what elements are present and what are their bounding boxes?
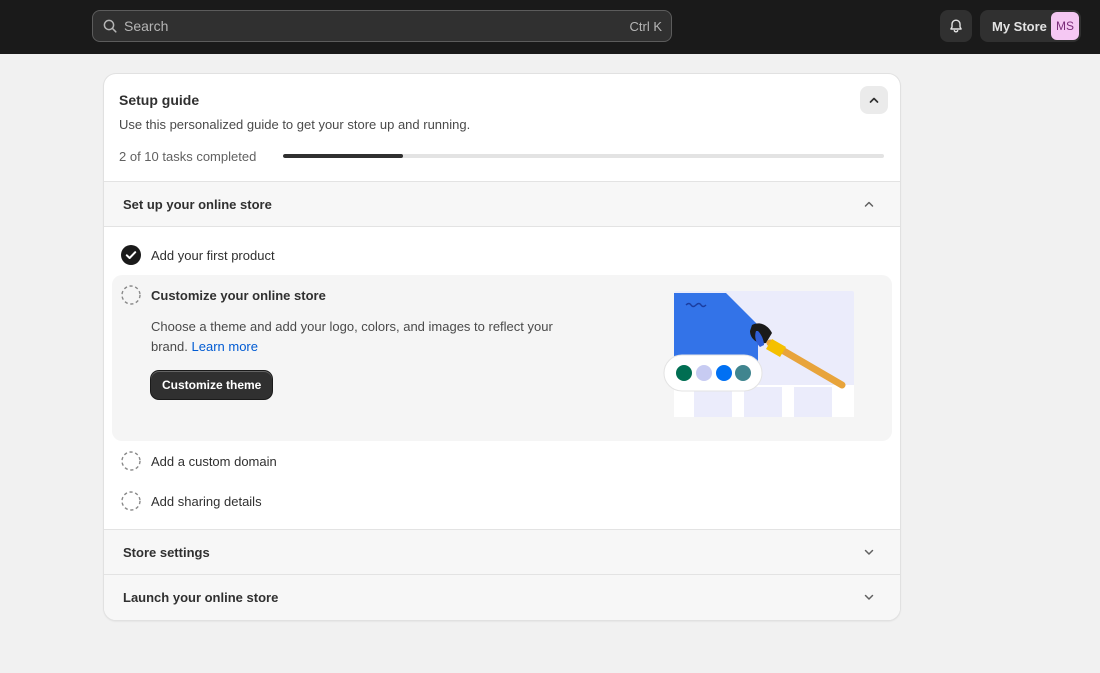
search-input[interactable]: Search Ctrl K [92,10,672,42]
customize-theme-button[interactable]: Customize theme [151,371,273,399]
task-description: Choose a theme and add your logo, colors… [151,317,591,357]
task-list: Add your first product Customize your on… [104,227,900,530]
section-label: Launch your online store [123,590,279,605]
avatar: MS [1051,12,1079,40]
search-placeholder: Search [124,18,169,34]
chevron-up-icon [864,201,874,207]
task-add-custom-domain[interactable]: Add a custom domain [121,451,277,471]
store-name: My Store [992,18,1047,34]
task-label: Add a custom domain [151,453,277,469]
dashed-circle-icon[interactable] [121,451,141,471]
setup-guide-subtitle: Use this personalized guide to get your … [119,117,471,132]
section-launch-online-store[interactable]: Launch your online store [104,575,900,620]
section-set-up-online-store[interactable]: Set up your online store [104,182,900,227]
chevron-up-icon [869,97,879,103]
progress-bar [283,154,884,158]
progress-fill [283,154,404,158]
swatch-dot [696,365,712,381]
progress-text: 2 of 10 tasks completed [119,149,257,164]
section-label: Set up your online store [123,196,272,212]
section-label: Store settings [123,544,210,560]
learn-more-link[interactable]: Learn more [192,339,258,354]
setup-guide-card: Setup guide Use this personalized guide … [104,74,900,620]
task-add-sharing-details[interactable]: Add sharing details [121,491,262,511]
task-customize-online-store: Customize your online store Choose a the… [112,275,892,441]
check-circle-icon[interactable] [121,245,141,265]
collapse-guide-button[interactable] [860,86,888,114]
task-label: Add sharing details [151,493,262,509]
search-shortcut: Ctrl K [629,18,663,34]
bell-icon [950,19,962,33]
search-icon [103,19,117,33]
store-menu-button[interactable]: My Store MS [980,10,1081,42]
chevron-down-icon [864,594,874,600]
notifications-button[interactable] [940,10,972,42]
page-title: Setup guide [119,92,200,108]
swatch-dot [735,365,751,381]
theme-paintbrush-illustration [663,291,854,417]
dashed-circle-icon[interactable] [121,285,141,305]
section-store-settings[interactable]: Store settings [104,530,900,575]
setup-guide-header: Setup guide Use this personalized guide … [104,74,900,182]
chevron-down-icon [864,549,874,555]
task-label: Add your first product [151,247,275,263]
top-bar: Search Ctrl K My Store MS [0,0,1100,54]
dashed-circle-icon[interactable] [121,491,141,511]
task-title: Customize your online store [151,288,326,303]
task-add-first-product[interactable]: Add your first product [121,245,275,265]
swatch-dot [716,365,732,381]
swatch-dot [676,365,692,381]
